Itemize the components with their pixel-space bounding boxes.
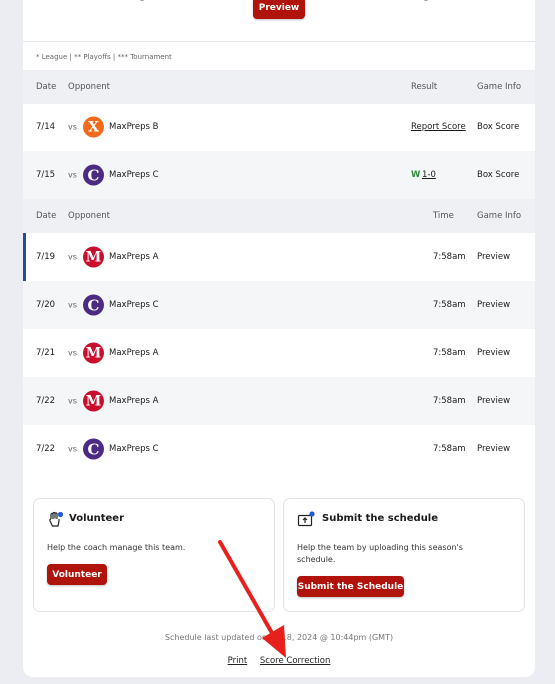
submit-title: Submit the schedule bbox=[322, 513, 439, 524]
vs-label: vs bbox=[68, 444, 77, 454]
score-link[interactable]: 1-0 bbox=[422, 170, 436, 180]
team-logo: C bbox=[83, 438, 104, 460]
volunteer-button[interactable]: Volunteer bbox=[47, 564, 107, 585]
preview-link[interactable]: Preview bbox=[477, 252, 510, 262]
upcoming-header: Date Opponent Time Game Info bbox=[23, 199, 535, 233]
submit-schedule-card: Submit the schedule Help the team by upl… bbox=[283, 498, 525, 612]
vs-label: vs bbox=[68, 122, 77, 132]
preview-button[interactable]: Preview bbox=[253, 0, 305, 19]
preview-link[interactable]: Preview bbox=[477, 396, 510, 406]
team-logo: C bbox=[83, 294, 104, 316]
opponent-name[interactable]: MaxPreps C bbox=[109, 170, 159, 180]
table-row[interactable]: 7/21 vs M MaxPreps A 7:58am Preview bbox=[23, 329, 535, 377]
opponent-name[interactable]: MaxPreps A bbox=[109, 348, 158, 358]
game-date: 7/20 bbox=[36, 300, 56, 310]
col-game-info: Game Info bbox=[477, 211, 522, 221]
game-date: 7/22 bbox=[36, 396, 56, 406]
team-logo: M bbox=[83, 246, 104, 268]
vs-label: vs bbox=[68, 396, 77, 406]
game-time: 7:58am bbox=[433, 300, 466, 310]
hand-icon bbox=[49, 511, 64, 527]
submit-description: Help the team by uploading this season's… bbox=[297, 542, 463, 566]
game-date: 7/14 bbox=[36, 122, 56, 132]
col-game-info: Game Info bbox=[477, 82, 522, 92]
preview-link[interactable]: Preview bbox=[477, 348, 510, 358]
report-score-link[interactable]: Report Score bbox=[411, 122, 466, 132]
table-row[interactable]: 7/20 vs C MaxPreps C 7:58am Preview bbox=[23, 281, 535, 329]
opponent-name[interactable]: MaxPreps A bbox=[109, 252, 158, 262]
team-logo: M bbox=[83, 390, 104, 412]
col-date: Date bbox=[36, 211, 57, 221]
opponent-name[interactable]: MaxPreps B bbox=[109, 122, 158, 132]
results-header: Date Opponent Result Game Info bbox=[23, 70, 535, 104]
upload-icon bbox=[297, 511, 315, 527]
last-updated-text: Schedule last updated on Jul 18, 2024 @ … bbox=[164, 633, 394, 642]
previous-section: Preview bbox=[23, 0, 535, 42]
team-logo: X bbox=[83, 116, 104, 138]
game-date: 7/22 bbox=[36, 444, 56, 454]
col-date: Date bbox=[36, 82, 57, 92]
footer-links: Print Score Correction bbox=[23, 656, 535, 666]
desc-line: schedule. bbox=[297, 555, 336, 564]
print-link[interactable]: Print bbox=[228, 656, 248, 666]
game-time: 7:58am bbox=[433, 396, 466, 406]
table-row[interactable]: 7/14 vs X MaxPreps B Report Score Box Sc… bbox=[23, 103, 535, 151]
table-row[interactable]: 7/19 vs M MaxPreps A 7:58am Preview bbox=[23, 233, 535, 281]
win-indicator: W bbox=[411, 170, 421, 180]
game-type-legend: * League | ** Playoffs | *** Tournament bbox=[36, 53, 172, 61]
table-row[interactable]: 7/15 vs C MaxPreps C W 1-0 Box Score bbox=[23, 151, 535, 199]
score-correction-link[interactable]: Score Correction bbox=[260, 656, 330, 666]
box-score-link[interactable]: Box Score bbox=[477, 170, 519, 180]
desc-line: Help the team by uploading this season's bbox=[297, 543, 463, 552]
truncated-text bbox=[423, 0, 429, 1]
team-logo: M bbox=[83, 342, 104, 364]
preview-link[interactable]: Preview bbox=[477, 300, 510, 310]
volunteer-card: Volunteer Help the coach manage this tea… bbox=[33, 498, 275, 612]
game-time: 7:58am bbox=[433, 444, 466, 454]
game-date: 7/19 bbox=[36, 252, 56, 262]
col-time: Time bbox=[433, 211, 454, 221]
game-time: 7:58am bbox=[433, 252, 466, 262]
team-logo: C bbox=[83, 164, 104, 186]
table-row[interactable]: 7/22 vs C MaxPreps C 7:58am Preview bbox=[23, 425, 535, 473]
submit-schedule-button[interactable]: Submit the Schedule bbox=[297, 576, 404, 597]
game-date: 7/15 bbox=[36, 170, 56, 180]
opponent-name[interactable]: MaxPreps A bbox=[109, 396, 158, 406]
opponent-name[interactable]: MaxPreps C bbox=[109, 444, 159, 454]
game-date: 7/21 bbox=[36, 348, 56, 358]
vs-label: vs bbox=[68, 170, 77, 180]
game-time: 7:58am bbox=[433, 348, 466, 358]
opponent-name[interactable]: MaxPreps C bbox=[109, 300, 159, 310]
schedule-card: Preview * League | ** Playoffs | *** Tou… bbox=[23, 0, 535, 677]
volunteer-description: Help the coach manage this team. bbox=[47, 543, 186, 552]
vs-label: vs bbox=[68, 252, 77, 262]
col-opponent: Opponent bbox=[68, 82, 111, 92]
vs-label: vs bbox=[68, 348, 77, 358]
col-result: Result bbox=[411, 82, 438, 92]
current-game-indicator bbox=[23, 233, 26, 281]
preview-link[interactable]: Preview bbox=[477, 444, 510, 454]
col-opponent: Opponent bbox=[68, 211, 111, 221]
vs-label: vs bbox=[68, 300, 77, 310]
box-score-link[interactable]: Box Score bbox=[477, 122, 519, 132]
truncated-text bbox=[139, 0, 145, 1]
table-row[interactable]: 7/22 vs M MaxPreps A 7:58am Preview bbox=[23, 377, 535, 425]
volunteer-title: Volunteer bbox=[69, 513, 125, 524]
